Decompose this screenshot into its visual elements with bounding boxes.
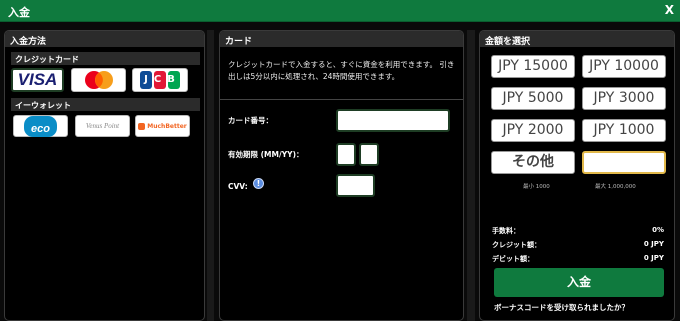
amount-option-3000[interactable]: JPY 3000 [582,87,666,110]
expiry-month-input[interactable] [336,143,356,166]
amount-option-other[interactable]: その他 [491,151,575,174]
bonus-code-link[interactable]: ボーナスコードを受け取られましたか？ [494,302,629,313]
visa-option[interactable]: VISA [11,68,64,92]
info-icon[interactable]: ! [253,178,264,189]
debit-amount-value: 0 JPY [643,254,664,262]
close-icon[interactable]: X [665,3,674,17]
amount-heading: 金額を選択 [480,31,674,47]
amount-option-2000[interactable]: JPY 2000 [491,119,575,142]
payment-method-heading: 入金方法 [5,31,204,47]
venus-point-logo: Venus Point [85,122,120,130]
amount-option-10000[interactable]: JPY 10000 [582,55,666,78]
scrollbar[interactable] [467,30,475,321]
card-number-input[interactable] [336,109,450,132]
muchbetter-option[interactable]: MuchBetter [135,115,190,137]
amount-option-15000[interactable]: JPY 15000 [491,55,575,78]
jcb-label: JCB [144,74,181,85]
card-description: クレジットカードで入金すると、すぐに資金を利用できます。 引き出しは5分以内に処… [228,60,455,81]
divider [220,99,463,100]
min-amount-label: 最小 1000 [523,184,550,190]
max-amount-label: 最大 1,000,000 [595,184,636,190]
mastercard-option[interactable] [71,68,126,92]
ecopayz-option[interactable]: eco [13,115,68,137]
cvv-input[interactable] [336,174,375,197]
mastercard-logo [84,71,113,89]
payment-method-panel: 入金方法 クレジットカード VISA JCB イーウォレット eco Venus… [4,30,205,321]
expiry-label: 有効期限 (MM/YY)： [228,150,304,159]
scrollbar[interactable] [207,30,214,321]
custom-amount-input[interactable] [582,151,666,174]
amount-panel: 金額を選択 JPY 15000 JPY 10000 JPY 5000 JPY 3… [479,30,675,321]
muchbetter-logo: MuchBetter [147,122,187,130]
muchbetter-icon [138,122,146,130]
venus-point-option[interactable]: Venus Point [75,115,130,137]
card-panel: カード クレジットカードで入金すると、すぐに資金を利用できます。 引き出しは5分… [219,30,464,321]
ecopayz-logo: eco [24,115,57,137]
credit-amount-value: 0 JPY [643,240,664,248]
cvv-label: CVV: [228,182,248,191]
card-heading: カード [220,31,463,47]
card-number-label: カード番号： [228,116,273,125]
debit-amount-row: デビット額： 0 JPY [492,254,664,264]
window-title: 入金 [8,6,30,19]
debit-amount-label: デビット額： [492,255,534,263]
amount-option-5000[interactable]: JPY 5000 [491,87,575,110]
credit-amount-row: クレジット額： 0 JPY [492,240,664,250]
fee-value: 0% [652,226,664,234]
fee-label: 手数料： [492,227,520,235]
amount-option-1000[interactable]: JPY 1000 [582,119,666,142]
fee-row: 手数料： 0% [492,226,664,236]
credit-card-heading: クレジットカード [11,52,200,65]
visa-logo: VISA [17,70,58,89]
window-titlebar: 入金 X [0,0,680,22]
ewallet-heading: イーウォレット [11,98,200,111]
deposit-button[interactable]: 入金 [494,268,664,297]
expiry-year-input[interactable] [359,143,379,166]
jcb-option[interactable]: JCB [132,68,188,92]
credit-amount-label: クレジット額： [492,241,541,249]
